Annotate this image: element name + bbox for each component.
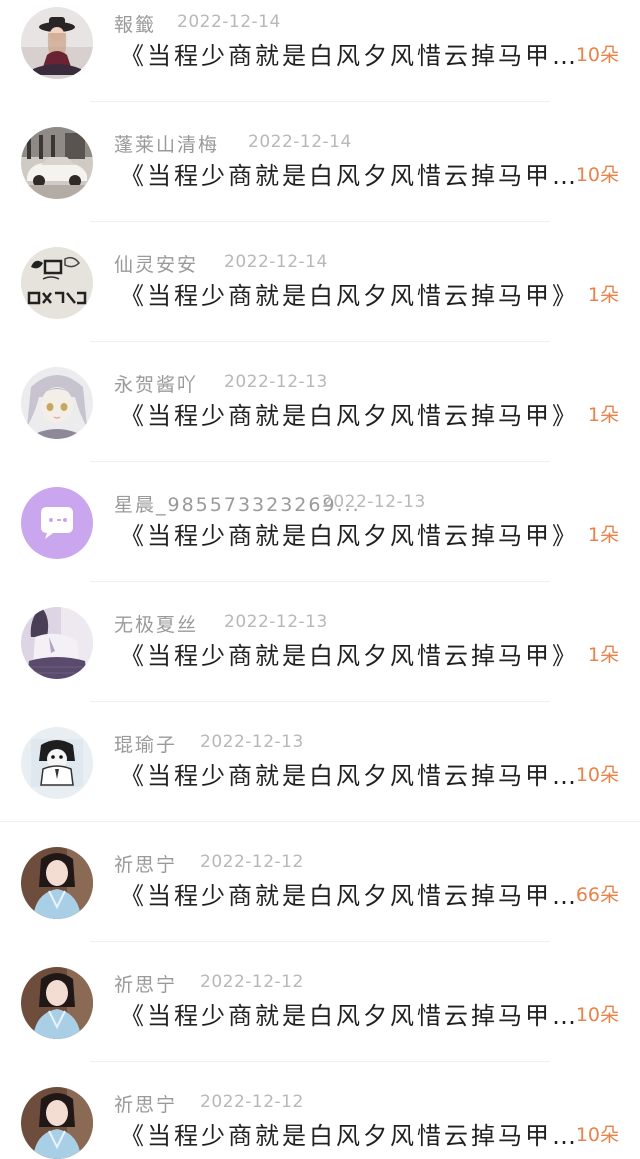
divider [90, 341, 550, 342]
girl-hat-avatar[interactable] [21, 7, 93, 79]
book-title[interactable]: 《当程少商就是白风夕风惜云掉马甲… [120, 996, 582, 1031]
flower-count: 1朵 [587, 404, 619, 426]
book-title[interactable]: 《当程少商就是白风夕风惜云掉马甲… [120, 756, 582, 791]
list-item[interactable]: 祈思宁 2022-12-12 《当程少商就是白风夕风惜云掉马甲… 10朵 [0, 1080, 640, 1159]
book-title[interactable]: 《当程少商就是白风夕风惜云掉马甲》 [120, 636, 582, 671]
timestamp: 2022-12-13 [224, 372, 328, 392]
book-title[interactable]: 《当程少商就是白风夕风惜云掉马甲… [120, 1116, 582, 1151]
anime-girl-avatar[interactable] [21, 367, 93, 439]
list-item[interactable]: 祈思宁 2022-12-12 《当程少商就是白风夕风惜云掉马甲… 66朵 [0, 840, 640, 960]
hanfu-girl-avatar[interactable] [21, 967, 93, 1039]
flower-count: 1朵 [587, 524, 619, 546]
list-item[interactable]: 報籤 2022-12-14 《当程少商就是白风夕风惜云掉马甲… 10朵 [0, 0, 640, 120]
flower-count: 10朵 [575, 44, 619, 66]
timestamp: 2022-12-12 [200, 852, 304, 872]
timestamp: 2022-12-13 [200, 732, 304, 752]
list-item[interactable]: 无极夏丝 2022-12-13 《当程少商就是白风夕风惜云掉马甲》 1朵 [0, 600, 640, 720]
divider [90, 941, 550, 942]
flower-count: 1朵 [587, 644, 619, 666]
timestamp: 2022-12-14 [248, 132, 352, 152]
flower-count: 66朵 [575, 884, 619, 906]
username: 祈思宁 [114, 974, 178, 996]
book-title[interactable]: 《当程少商就是白风夕风惜云掉马甲》 [120, 396, 582, 431]
hanfu-girl-avatar[interactable] [21, 847, 93, 919]
divider [90, 461, 550, 462]
book-title[interactable]: 《当程少商就是白风夕风惜云掉马甲… [120, 156, 582, 191]
car-avatar[interactable] [21, 127, 93, 199]
username: 永贺酱吖 [114, 374, 199, 396]
flower-count: 10朵 [575, 1004, 619, 1026]
list-item[interactable]: 琨瑜子 2022-12-13 《当程少商就是白风夕风惜云掉马甲… 10朵 [0, 720, 640, 840]
flower-count: 1朵 [587, 284, 619, 306]
book-title[interactable]: 《当程少商就是白风夕风惜云掉马甲》 [120, 276, 582, 311]
book-title[interactable]: 《当程少商就是白风夕风惜云掉马甲… [120, 876, 582, 911]
flower-count: 10朵 [575, 164, 619, 186]
divider [90, 101, 550, 102]
timestamp: 2022-12-12 [200, 1092, 304, 1112]
timestamp: 2022-12-13 [224, 612, 328, 632]
timestamp: 2022-12-14 [224, 252, 328, 272]
divider [0, 821, 640, 822]
timestamp: 2022-12-12 [200, 972, 304, 992]
timestamp: 2022-12-13 [322, 492, 426, 512]
default-chat-avatar[interactable] [21, 487, 93, 559]
username: 仙灵安安 [114, 254, 199, 276]
divider [90, 1061, 550, 1062]
list-item[interactable]: 星晨_985573323269... 2022-12-13 《当程少商就是白风夕… [0, 480, 640, 600]
username: 琨瑜子 [114, 734, 178, 756]
book-title[interactable]: 《当程少商就是白风夕风惜云掉马甲》 [120, 516, 582, 551]
goodbye-text-avatar[interactable] [21, 247, 93, 319]
username: 蓬莱山清梅 [114, 134, 220, 156]
list-item[interactable]: 蓬莱山清梅 2022-12-14 《当程少商就是白风夕风惜云掉马甲… 10朵 [0, 120, 640, 240]
username: 祈思宁 [114, 1094, 178, 1116]
username: 祈思宁 [114, 854, 178, 876]
uniform-girl-avatar[interactable] [21, 607, 93, 679]
flower-count: 10朵 [575, 1124, 619, 1146]
divider [90, 701, 550, 702]
username: 无极夏丝 [114, 614, 199, 636]
timestamp: 2022-12-14 [177, 12, 281, 32]
divider [90, 581, 550, 582]
username: 報籤 [114, 14, 157, 36]
divider [90, 221, 550, 222]
hanfu-girl-avatar[interactable] [21, 1087, 93, 1159]
book-title[interactable]: 《当程少商就是白风夕风惜云掉马甲… [120, 36, 582, 71]
gift-list: 報籤 2022-12-14 《当程少商就是白风夕风惜云掉马甲… 10朵 蓬莱山清… [0, 0, 640, 1159]
bw-character-avatar[interactable] [21, 727, 93, 799]
flower-count: 10朵 [575, 764, 619, 786]
list-item[interactable]: 永贺酱吖 2022-12-13 《当程少商就是白风夕风惜云掉马甲》 1朵 [0, 360, 640, 480]
list-item[interactable]: 仙灵安安 2022-12-14 《当程少商就是白风夕风惜云掉马甲》 1朵 [0, 240, 640, 360]
list-item[interactable]: 祈思宁 2022-12-12 《当程少商就是白风夕风惜云掉马甲… 10朵 [0, 960, 640, 1080]
